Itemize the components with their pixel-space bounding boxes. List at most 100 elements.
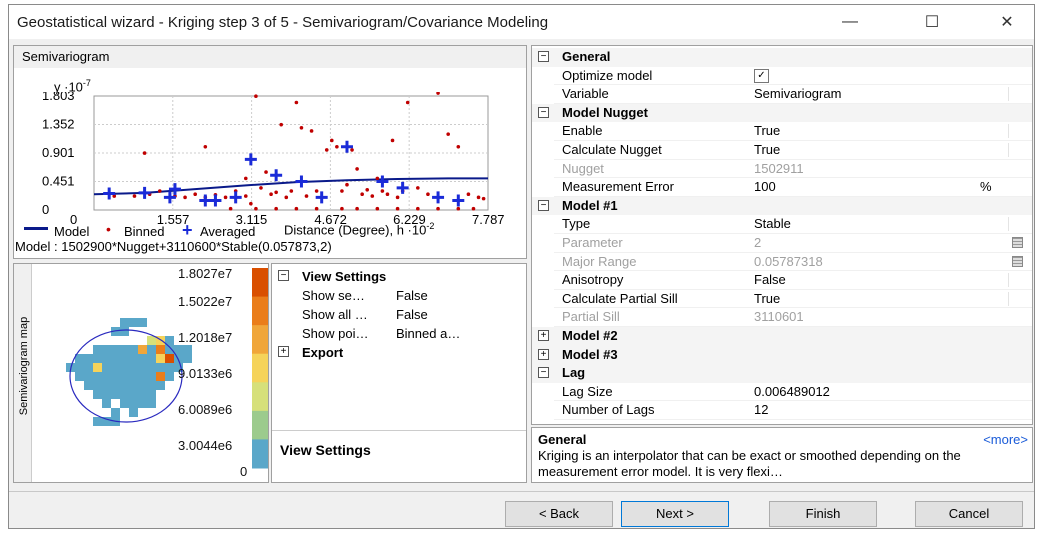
binned-point: [395, 195, 400, 200]
help-text: Kriging is an interpolator that can be e…: [538, 448, 961, 479]
dropdown-button[interactable]: [1008, 87, 1028, 102]
binned-point: [436, 92, 440, 95]
property-row[interactable]: Optimize model ✓: [532, 67, 1032, 86]
property-label: Model Nugget: [562, 104, 648, 120]
property-value[interactable]: 0.006489012: [754, 384, 830, 399]
view-setting-row[interactable]: Show poi… Binned a…: [272, 325, 526, 343]
cancel-button[interactable]: Cancel: [915, 501, 1023, 527]
binned-point: [294, 206, 299, 211]
binned-point: [254, 94, 258, 98]
property-category[interactable]: − Lag: [532, 364, 1032, 383]
property-row[interactable]: Type Stable: [532, 215, 1032, 234]
property-value[interactable]: Stable: [754, 216, 791, 231]
optimize-icon[interactable]: ✓: [754, 68, 769, 83]
map-cell: [129, 399, 138, 408]
minimize-button[interactable]: —: [827, 5, 873, 39]
property-value[interactable]: 2: [754, 235, 761, 250]
property-value[interactable]: True: [754, 142, 780, 157]
view-setting-row[interactable]: Show se… False: [272, 287, 526, 305]
property-row[interactable]: Measurement Error 100%: [532, 178, 1032, 197]
property-row[interactable]: Variable Semivariogram: [532, 85, 1032, 104]
expand-icon[interactable]: +: [278, 346, 289, 357]
close-button[interactable]: ✕: [984, 5, 1030, 39]
collapse-icon[interactable]: −: [278, 270, 289, 281]
y-tick-label: 1.803: [42, 92, 75, 103]
property-label: Partial Sill: [562, 309, 620, 325]
property-label: Anisotropy: [562, 272, 624, 288]
binned-point: [395, 206, 400, 211]
ellipsis-editor-icon[interactable]: [1012, 237, 1023, 248]
binned-point: [385, 192, 390, 196]
map-cell: [129, 390, 138, 399]
binned-point: [365, 187, 370, 192]
dropdown-button[interactable]: [1008, 291, 1028, 306]
binned-point: [416, 186, 420, 190]
map-cell: [111, 390, 120, 399]
map-cell: [129, 408, 138, 417]
binned-point: [405, 100, 410, 105]
dropdown-button[interactable]: [1008, 143, 1028, 157]
view-settings-category[interactable]: − View Settings: [272, 268, 526, 286]
semivariogram-map[interactable]: [34, 264, 270, 482]
binned-point: [380, 189, 385, 193]
binned-point: [279, 122, 284, 127]
property-row[interactable]: Number of Lags 12: [532, 401, 1032, 420]
property-category[interactable]: − Model Nugget: [532, 103, 1032, 123]
map-cell: [93, 390, 102, 399]
property-row[interactable]: Enable True: [532, 122, 1032, 141]
binned-point: [259, 186, 263, 190]
binned-point: [223, 195, 228, 200]
map-cell: [93, 354, 102, 363]
map-cell: [120, 363, 129, 372]
next-button[interactable]: Next >: [621, 501, 729, 527]
scale-label: 1.5022e7: [178, 294, 233, 309]
view-setting-row[interactable]: Show all … False: [272, 306, 526, 324]
property-value[interactable]: True: [754, 123, 780, 138]
property-row[interactable]: Partial Sill 3110601: [532, 308, 1032, 327]
binned-point: [345, 182, 349, 187]
property-row[interactable]: Major Range 0.05787318: [532, 253, 1032, 272]
property-value[interactable]: 12: [754, 402, 768, 417]
dropdown-button[interactable]: [1008, 217, 1028, 232]
map-cell: [120, 354, 129, 363]
property-value[interactable]: 100: [754, 179, 776, 194]
ellipsis-editor-icon[interactable]: [1012, 255, 1023, 267]
property-row[interactable]: Calculate Nugget True: [532, 141, 1032, 160]
collapse-icon[interactable]: −: [538, 106, 549, 118]
collapse-icon[interactable]: −: [538, 51, 549, 62]
property-row[interactable]: Parameter 2: [532, 234, 1032, 253]
map-cell: [129, 381, 138, 390]
property-row[interactable]: Calculate Partial Sill True: [532, 290, 1032, 309]
property-row[interactable]: Anisotropy False: [532, 271, 1032, 290]
more-link[interactable]: <more>: [983, 432, 1028, 447]
property-category[interactable]: − General: [532, 48, 1032, 67]
property-value[interactable]: 1502911: [754, 161, 804, 176]
expand-icon[interactable]: +: [538, 330, 549, 341]
property-value[interactable]: True: [754, 291, 780, 306]
collapse-icon[interactable]: −: [538, 199, 549, 211]
binned-point: [370, 194, 375, 198]
expand-icon[interactable]: +: [538, 348, 549, 360]
collapse-icon[interactable]: −: [538, 367, 549, 379]
semivariogram-chart[interactable]: 1.8031.3520.9010.45100 1.557 3.115 4.672 6.2…: [14, 92, 526, 234]
property-category[interactable]: + Model #3: [532, 345, 1032, 365]
property-value[interactable]: 0.05787318: [754, 254, 823, 269]
export-category[interactable]: + Export: [272, 344, 526, 362]
property-row[interactable]: Lag Size 0.006489012: [532, 383, 1032, 402]
colorbar-segment: [252, 353, 268, 383]
dropdown-button[interactable]: [1008, 273, 1028, 288]
property-value[interactable]: 3110601: [754, 309, 804, 324]
property-category[interactable]: − Model #1: [532, 196, 1032, 216]
maximize-button[interactable]: ☐: [909, 5, 955, 39]
finish-button[interactable]: Finish: [769, 501, 877, 527]
property-category[interactable]: + Model #2: [532, 327, 1032, 346]
dropdown-button[interactable]: [1008, 124, 1028, 139]
binned-point: [456, 144, 461, 149]
map-cell: [138, 345, 147, 354]
property-row[interactable]: Nugget 1502911: [532, 160, 1032, 179]
map-cell: [102, 372, 111, 381]
property-value[interactable]: Semivariogram: [754, 86, 841, 101]
back-button[interactable]: < Back: [505, 501, 613, 527]
property-value[interactable]: False: [754, 272, 786, 287]
map-cell: [75, 363, 84, 372]
